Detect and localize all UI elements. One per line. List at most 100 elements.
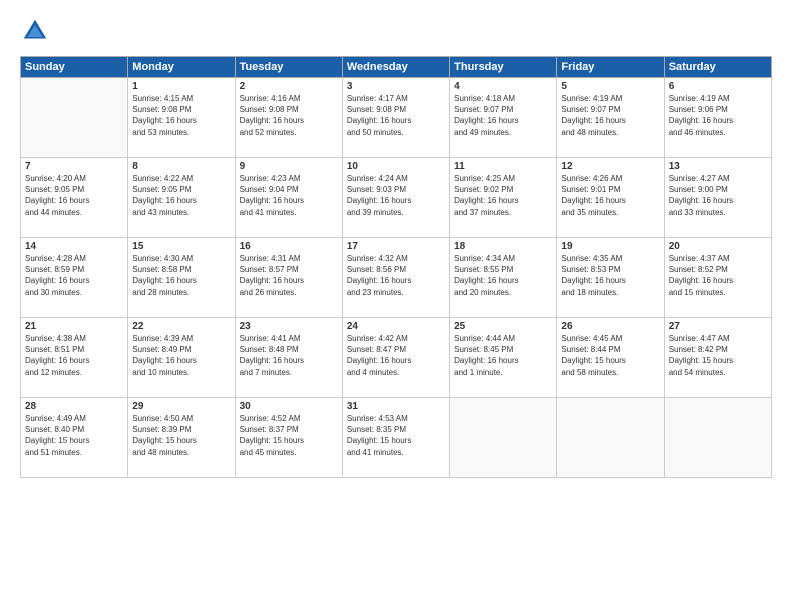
day-info: Sunrise: 4:44 AM Sunset: 8:45 PM Dayligh… bbox=[454, 333, 552, 378]
calendar-cell: 14Sunrise: 4:28 AM Sunset: 8:59 PM Dayli… bbox=[21, 238, 128, 318]
day-number: 8 bbox=[132, 161, 230, 172]
day-info: Sunrise: 4:35 AM Sunset: 8:53 PM Dayligh… bbox=[561, 253, 659, 298]
day-number: 10 bbox=[347, 161, 445, 172]
calendar-cell: 4Sunrise: 4:18 AM Sunset: 9:07 PM Daylig… bbox=[450, 78, 557, 158]
day-number: 9 bbox=[240, 161, 338, 172]
day-info: Sunrise: 4:31 AM Sunset: 8:57 PM Dayligh… bbox=[240, 253, 338, 298]
day-number: 28 bbox=[25, 401, 123, 412]
header-cell-tuesday: Tuesday bbox=[235, 57, 342, 78]
calendar-cell: 28Sunrise: 4:49 AM Sunset: 8:40 PM Dayli… bbox=[21, 398, 128, 478]
calendar-cell: 31Sunrise: 4:53 AM Sunset: 8:35 PM Dayli… bbox=[342, 398, 449, 478]
day-number: 21 bbox=[25, 321, 123, 332]
day-info: Sunrise: 4:49 AM Sunset: 8:40 PM Dayligh… bbox=[25, 413, 123, 458]
day-number: 11 bbox=[454, 161, 552, 172]
calendar-cell: 24Sunrise: 4:42 AM Sunset: 8:47 PM Dayli… bbox=[342, 318, 449, 398]
calendar-cell: 16Sunrise: 4:31 AM Sunset: 8:57 PM Dayli… bbox=[235, 238, 342, 318]
day-info: Sunrise: 4:26 AM Sunset: 9:01 PM Dayligh… bbox=[561, 173, 659, 218]
calendar-cell: 13Sunrise: 4:27 AM Sunset: 9:00 PM Dayli… bbox=[664, 158, 771, 238]
day-number: 31 bbox=[347, 401, 445, 412]
day-number: 17 bbox=[347, 241, 445, 252]
calendar-week-1: 1Sunrise: 4:15 AM Sunset: 9:08 PM Daylig… bbox=[21, 78, 772, 158]
day-info: Sunrise: 4:34 AM Sunset: 8:55 PM Dayligh… bbox=[454, 253, 552, 298]
calendar-week-3: 14Sunrise: 4:28 AM Sunset: 8:59 PM Dayli… bbox=[21, 238, 772, 318]
calendar-cell: 5Sunrise: 4:19 AM Sunset: 9:07 PM Daylig… bbox=[557, 78, 664, 158]
day-number: 3 bbox=[347, 81, 445, 92]
calendar-cell: 9Sunrise: 4:23 AM Sunset: 9:04 PM Daylig… bbox=[235, 158, 342, 238]
day-number: 4 bbox=[454, 81, 552, 92]
calendar-cell bbox=[557, 398, 664, 478]
header-cell-sunday: Sunday bbox=[21, 57, 128, 78]
calendar-cell: 18Sunrise: 4:34 AM Sunset: 8:55 PM Dayli… bbox=[450, 238, 557, 318]
day-info: Sunrise: 4:19 AM Sunset: 9:06 PM Dayligh… bbox=[669, 93, 767, 138]
calendar-cell: 29Sunrise: 4:50 AM Sunset: 8:39 PM Dayli… bbox=[128, 398, 235, 478]
day-number: 15 bbox=[132, 241, 230, 252]
calendar-cell: 7Sunrise: 4:20 AM Sunset: 9:05 PM Daylig… bbox=[21, 158, 128, 238]
header bbox=[20, 16, 772, 46]
calendar-cell bbox=[664, 398, 771, 478]
day-info: Sunrise: 4:30 AM Sunset: 8:58 PM Dayligh… bbox=[132, 253, 230, 298]
calendar-cell: 22Sunrise: 4:39 AM Sunset: 8:49 PM Dayli… bbox=[128, 318, 235, 398]
day-info: Sunrise: 4:16 AM Sunset: 9:08 PM Dayligh… bbox=[240, 93, 338, 138]
calendar-body: 1Sunrise: 4:15 AM Sunset: 9:08 PM Daylig… bbox=[21, 78, 772, 478]
calendar-cell: 1Sunrise: 4:15 AM Sunset: 9:08 PM Daylig… bbox=[128, 78, 235, 158]
day-number: 14 bbox=[25, 241, 123, 252]
day-info: Sunrise: 4:27 AM Sunset: 9:00 PM Dayligh… bbox=[669, 173, 767, 218]
day-info: Sunrise: 4:23 AM Sunset: 9:04 PM Dayligh… bbox=[240, 173, 338, 218]
day-info: Sunrise: 4:39 AM Sunset: 8:49 PM Dayligh… bbox=[132, 333, 230, 378]
day-info: Sunrise: 4:28 AM Sunset: 8:59 PM Dayligh… bbox=[25, 253, 123, 298]
day-info: Sunrise: 4:19 AM Sunset: 9:07 PM Dayligh… bbox=[561, 93, 659, 138]
calendar-cell: 6Sunrise: 4:19 AM Sunset: 9:06 PM Daylig… bbox=[664, 78, 771, 158]
calendar-cell: 30Sunrise: 4:52 AM Sunset: 8:37 PM Dayli… bbox=[235, 398, 342, 478]
day-number: 5 bbox=[561, 81, 659, 92]
calendar-cell: 15Sunrise: 4:30 AM Sunset: 8:58 PM Dayli… bbox=[128, 238, 235, 318]
day-number: 16 bbox=[240, 241, 338, 252]
day-info: Sunrise: 4:45 AM Sunset: 8:44 PM Dayligh… bbox=[561, 333, 659, 378]
day-info: Sunrise: 4:32 AM Sunset: 8:56 PM Dayligh… bbox=[347, 253, 445, 298]
calendar-cell: 23Sunrise: 4:41 AM Sunset: 8:48 PM Dayli… bbox=[235, 318, 342, 398]
calendar-cell: 27Sunrise: 4:47 AM Sunset: 8:42 PM Dayli… bbox=[664, 318, 771, 398]
day-number: 30 bbox=[240, 401, 338, 412]
day-info: Sunrise: 4:47 AM Sunset: 8:42 PM Dayligh… bbox=[669, 333, 767, 378]
calendar-cell: 26Sunrise: 4:45 AM Sunset: 8:44 PM Dayli… bbox=[557, 318, 664, 398]
day-number: 19 bbox=[561, 241, 659, 252]
day-number: 22 bbox=[132, 321, 230, 332]
day-info: Sunrise: 4:20 AM Sunset: 9:05 PM Dayligh… bbox=[25, 173, 123, 218]
calendar-week-5: 28Sunrise: 4:49 AM Sunset: 8:40 PM Dayli… bbox=[21, 398, 772, 478]
calendar-cell: 25Sunrise: 4:44 AM Sunset: 8:45 PM Dayli… bbox=[450, 318, 557, 398]
day-info: Sunrise: 4:15 AM Sunset: 9:08 PM Dayligh… bbox=[132, 93, 230, 138]
calendar-cell: 10Sunrise: 4:24 AM Sunset: 9:03 PM Dayli… bbox=[342, 158, 449, 238]
calendar-cell: 19Sunrise: 4:35 AM Sunset: 8:53 PM Dayli… bbox=[557, 238, 664, 318]
day-number: 7 bbox=[25, 161, 123, 172]
calendar-cell: 3Sunrise: 4:17 AM Sunset: 9:08 PM Daylig… bbox=[342, 78, 449, 158]
logo-icon bbox=[20, 16, 50, 46]
day-info: Sunrise: 4:42 AM Sunset: 8:47 PM Dayligh… bbox=[347, 333, 445, 378]
calendar-cell: 12Sunrise: 4:26 AM Sunset: 9:01 PM Dayli… bbox=[557, 158, 664, 238]
calendar-header: SundayMondayTuesdayWednesdayThursdayFrid… bbox=[21, 57, 772, 78]
header-cell-monday: Monday bbox=[128, 57, 235, 78]
day-number: 2 bbox=[240, 81, 338, 92]
day-info: Sunrise: 4:38 AM Sunset: 8:51 PM Dayligh… bbox=[25, 333, 123, 378]
day-number: 13 bbox=[669, 161, 767, 172]
day-number: 24 bbox=[347, 321, 445, 332]
calendar-table: SundayMondayTuesdayWednesdayThursdayFrid… bbox=[20, 56, 772, 478]
page: SundayMondayTuesdayWednesdayThursdayFrid… bbox=[0, 0, 792, 612]
calendar-cell: 11Sunrise: 4:25 AM Sunset: 9:02 PM Dayli… bbox=[450, 158, 557, 238]
day-number: 20 bbox=[669, 241, 767, 252]
day-info: Sunrise: 4:53 AM Sunset: 8:35 PM Dayligh… bbox=[347, 413, 445, 458]
day-info: Sunrise: 4:41 AM Sunset: 8:48 PM Dayligh… bbox=[240, 333, 338, 378]
day-info: Sunrise: 4:50 AM Sunset: 8:39 PM Dayligh… bbox=[132, 413, 230, 458]
header-cell-saturday: Saturday bbox=[664, 57, 771, 78]
header-row: SundayMondayTuesdayWednesdayThursdayFrid… bbox=[21, 57, 772, 78]
calendar-cell: 21Sunrise: 4:38 AM Sunset: 8:51 PM Dayli… bbox=[21, 318, 128, 398]
header-cell-wednesday: Wednesday bbox=[342, 57, 449, 78]
calendar-cell: 2Sunrise: 4:16 AM Sunset: 9:08 PM Daylig… bbox=[235, 78, 342, 158]
day-info: Sunrise: 4:37 AM Sunset: 8:52 PM Dayligh… bbox=[669, 253, 767, 298]
calendar-cell: 8Sunrise: 4:22 AM Sunset: 9:05 PM Daylig… bbox=[128, 158, 235, 238]
day-info: Sunrise: 4:22 AM Sunset: 9:05 PM Dayligh… bbox=[132, 173, 230, 218]
day-info: Sunrise: 4:24 AM Sunset: 9:03 PM Dayligh… bbox=[347, 173, 445, 218]
day-number: 27 bbox=[669, 321, 767, 332]
day-number: 1 bbox=[132, 81, 230, 92]
calendar-week-2: 7Sunrise: 4:20 AM Sunset: 9:05 PM Daylig… bbox=[21, 158, 772, 238]
calendar-cell bbox=[21, 78, 128, 158]
header-cell-thursday: Thursday bbox=[450, 57, 557, 78]
